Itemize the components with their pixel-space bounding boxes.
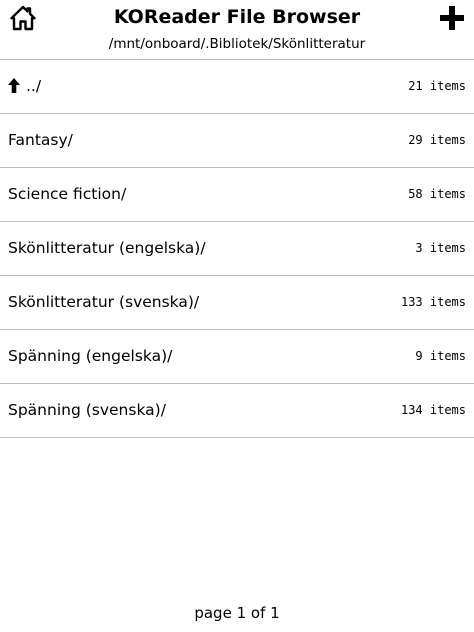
list-item-count: 134 items bbox=[400, 403, 466, 417]
list-item-count: 29 items bbox=[408, 133, 466, 147]
list-item[interactable]: Skönlitteratur (svenska)/ 133 items bbox=[0, 276, 474, 330]
list-item[interactable]: Fantasy/ 29 items bbox=[0, 114, 474, 168]
list-item-count: 21 items bbox=[408, 79, 466, 93]
list-item-count: 58 items bbox=[408, 187, 466, 201]
list-item-name: Science fiction/ bbox=[8, 185, 127, 203]
page-title: KOReader File Browser bbox=[113, 6, 361, 28]
list-item[interactable]: Spänning (svenska)/ 134 items bbox=[0, 384, 474, 438]
list-item[interactable]: Science fiction/ 58 items bbox=[0, 168, 474, 222]
list-item-label: ../ bbox=[26, 77, 42, 95]
list-item-parent-dir[interactable]: ../ 21 items bbox=[0, 60, 474, 114]
file-list: ../ 21 items Fantasy/ 29 items Science f… bbox=[0, 60, 474, 438]
list-item[interactable]: Skönlitteratur (engelska)/ 3 items bbox=[0, 222, 474, 276]
plus-icon bbox=[439, 5, 465, 31]
list-item-name: Fantasy/ bbox=[8, 131, 73, 149]
up-arrow-icon bbox=[8, 77, 20, 93]
list-item-name: Skönlitteratur (svenska)/ bbox=[8, 293, 200, 311]
current-path: /mnt/onboard/.Bibliotek/Skönlitteratur bbox=[108, 36, 366, 52]
list-item-count: 3 items bbox=[415, 241, 466, 255]
add-button[interactable] bbox=[439, 5, 465, 31]
list-item-name: Spänning (svenska)/ bbox=[8, 401, 166, 419]
list-item-count: 9 items bbox=[415, 349, 466, 363]
title-bar: KOReader File Browser /mnt/onboard/.Bibl… bbox=[0, 0, 474, 60]
list-item-count: 133 items bbox=[400, 295, 466, 309]
page-indicator[interactable]: page 1 of 1 bbox=[0, 602, 474, 624]
list-item-name: Spänning (engelska)/ bbox=[8, 347, 173, 365]
list-item-name: ../ bbox=[8, 60, 41, 113]
list-item-name: Skönlitteratur (engelska)/ bbox=[8, 239, 206, 257]
list-item[interactable]: Spänning (engelska)/ 9 items bbox=[0, 330, 474, 384]
